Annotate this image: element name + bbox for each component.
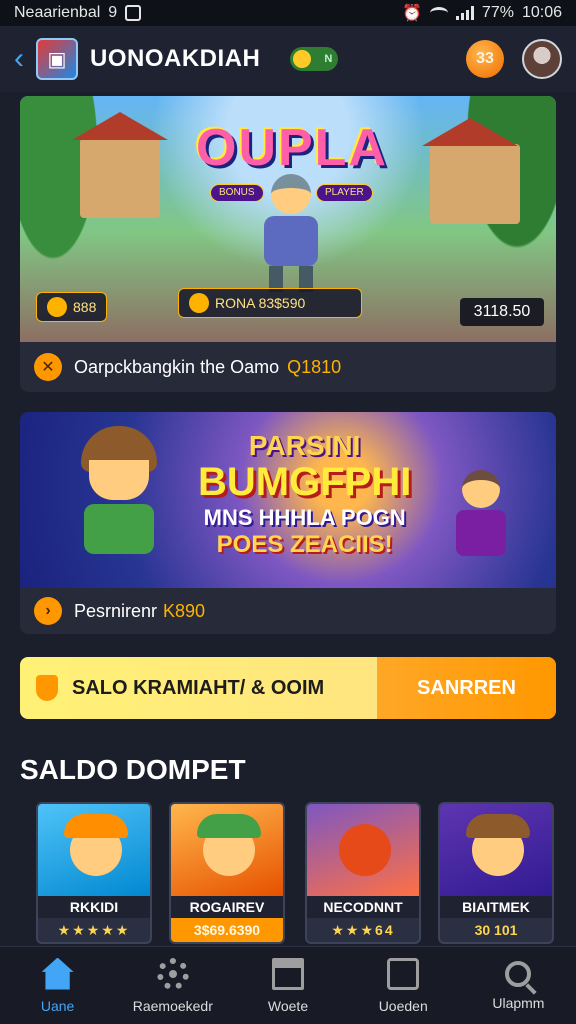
game-tile-art [171,804,283,896]
promo-line-3: MNS HHHLA POGN [203,505,406,530]
game-tile-name: ROGAIREV [171,896,283,918]
signal-icon [455,6,474,20]
promo-footer-text: Pesrnirenr [74,600,158,621]
house-decoration [72,112,168,218]
featured-footer-value: Q1810 [287,356,342,377]
saldo-label: SALO KRAMIAHT/ & OOIM [72,676,325,699]
profile-avatar[interactable] [522,39,562,79]
mode-toggle[interactable]: N [290,47,339,71]
saldo-label-area: SALO KRAMIAHT/ & OOIM [20,657,377,719]
shield-icon [36,675,58,701]
game-tile-art [38,804,150,896]
house-decoration [422,118,520,224]
app-bar: ‹ ▣ UONOAKDIAH N 33 [0,26,576,92]
featured-game-card[interactable]: OUPLA BONUS PLAYER 888 RONA 83$590 3118.… [20,96,556,392]
nav-store-label: Woete [267,997,309,1014]
game-tile[interactable]: BIAITMEK 30 101 [438,802,554,944]
promo-headline: PARSINI BUMGFPHI MNS HHHLA POGN POES ZEA… [198,430,411,559]
chip-center-value: RONA 83$590 [215,295,306,311]
hero-character [64,426,174,586]
wifi-icon [429,7,448,19]
toggle-label: N [324,53,333,65]
coin-icon [189,293,209,313]
carrier-label: Neaarienbal [14,4,101,21]
battery-label: 77% [481,4,514,21]
back-arrow-icon[interactable]: ‹ [14,42,32,76]
game-tile-rating: ★★★64 [331,922,395,938]
coin-icon [47,297,67,317]
nav-search[interactable]: Ulapmm [461,947,576,1024]
featured-footer-text: Oarpckbangkin the Oamo [74,356,280,377]
promo-line-1: PARSINI [248,430,361,461]
store-icon [272,957,304,990]
bonus-chip[interactable]: 888 [36,292,108,322]
notification-icon [125,5,142,21]
game-tiles: RKKIDI ★★★★★ ROGAIREV 3$69.6390 NECODNNT… [36,802,554,944]
game-tile-name: NECODNNT [307,896,419,918]
nav-search-label: Ulapmm [492,994,545,1011]
game-tile[interactable]: RKKIDI ★★★★★ [36,802,152,944]
saldo-bar: SALO KRAMIAHT/ & OOIM SANRREN [20,657,556,719]
status-bar: Neaarienbal 9 ⏰ 77% 10:06 [0,0,576,26]
score-box: 3118.50 [460,298,544,326]
game-tile-name: BIAITMEK [440,896,552,918]
alarm-icon: ⏰ [402,5,422,22]
nav-home[interactable]: Uane [0,947,115,1024]
bottom-nav: Uane Raemoekedr Woete Uoeden Ulapmm [0,946,576,1024]
close-icon[interactable]: ✕ [34,353,62,381]
featured-footer[interactable]: ✕ Oarpckbangkin the Oamo Q1810 [20,342,556,392]
nav-messages[interactable]: Uoeden [346,947,461,1024]
promo-banner[interactable]: PARSINI BUMGFPHI MNS HHHLA POGN POES ZEA… [20,412,556,588]
nav-home-label: Uane [40,997,75,1014]
promo-line-2: BUMGFPHI [198,460,412,504]
search-icon [505,960,532,987]
game-tile-art [307,804,419,896]
coin-value: 33 [476,50,494,67]
promo-line-4: POES ZEACIIS! [216,531,393,558]
hero-character [256,174,326,294]
game-logo: OUPLA [196,119,388,177]
game-tile-value: 3$69.6390 [171,918,283,942]
nav-settings[interactable]: Raemoekedr [115,947,230,1024]
game-tile-art [440,804,552,896]
chip-left-value: 888 [73,299,97,315]
home-icon [41,957,74,990]
section-title: SALDO DOMPET [20,754,246,785]
nav-store[interactable]: Woete [230,947,345,1024]
clock-label: 10:06 [521,4,562,21]
message-icon [387,957,420,990]
featured-banner[interactable]: OUPLA BONUS PLAYER 888 RONA 83$590 3118.… [20,96,556,342]
game-tile[interactable]: ROGAIREV 3$69.6390 [169,802,285,944]
rival-character [446,470,516,580]
reward-chip[interactable]: RONA 83$590 [178,288,362,318]
gear-icon [156,957,189,990]
nav-messages-label: Uoeden [378,997,428,1014]
nav-settings-label: Raemoekedr [132,997,213,1014]
promo-footer-value: K890 [163,600,206,621]
promo-card[interactable]: PARSINI BUMGFPHI MNS HHHLA POGN POES ZEA… [20,412,556,634]
game-tile[interactable]: NECODNNT ★★★64 [305,802,421,944]
app-logo: ▣ [36,38,78,80]
coin-balance-button[interactable]: 33 [466,40,504,78]
game-tile-value: 30 101 [474,922,518,938]
game-tile-rating: ★★★★★ [57,922,131,938]
promo-footer[interactable]: › Pesrnirenr K890 [20,588,556,634]
saldo-action-button[interactable]: SANRREN [377,657,556,719]
network-label: 9 [108,4,118,21]
game-tile-name: RKKIDI [38,896,150,918]
chevron-right-icon[interactable]: › [34,597,62,625]
app-title: UONOAKDIAH [90,45,261,72]
